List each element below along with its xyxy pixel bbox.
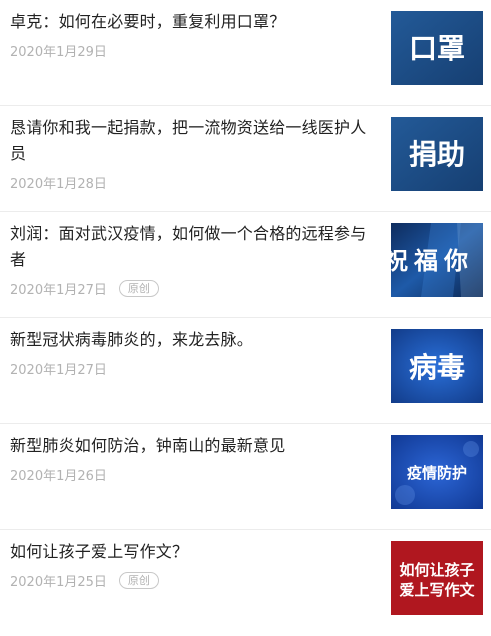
article-text: 刘润：面对武汉疫情，如何做一个合格的远程参与者 2020年1月27日 原创 (10, 221, 375, 298)
article-date: 2020年1月27日 (10, 282, 107, 298)
thumbnail-caption-line-1: 如何让孩子 (399, 561, 474, 579)
article-thumbnail[interactable]: 捐助 (391, 117, 483, 191)
thumbnail-image: 如何让孩子 爱上写作文 (391, 541, 483, 615)
article-meta: 2020年1月28日 (10, 173, 375, 192)
thumbnail-virus-shape (463, 441, 479, 457)
article-text: 卓克：如何在必要时，重复利用口罩？ 2020年1月29日 (10, 9, 375, 60)
thumbnail-caption-line-2: 爱上写作文 (399, 581, 475, 599)
article-title[interactable]: 卓克：如何在必要时，重复利用口罩？ (10, 9, 375, 35)
article-meta: 2020年1月27日 (10, 359, 375, 378)
article-text: 如何让孩子爱上写作文？ 2020年1月25日 原创 (10, 539, 375, 590)
article-title[interactable]: 如何让孩子爱上写作文？ (10, 539, 375, 565)
article-text: 新型冠状病毒肺炎的，来龙去脉。 2020年1月27日 (10, 327, 375, 378)
original-badge: 原创 (118, 279, 159, 297)
article-date: 2020年1月26日 (10, 468, 107, 484)
article-thumbnail[interactable]: 祝福你 (391, 223, 483, 297)
article-title[interactable]: 新型冠状病毒肺炎的，来龙去脉。 (10, 327, 375, 353)
article-thumbnail[interactable]: 口罩 (391, 11, 483, 85)
article-title[interactable]: 恳请你和我一起捐款，把一流物资送给一线医护人员 (10, 115, 375, 167)
article-thumbnail[interactable]: 如何让孩子 爱上写作文 (391, 541, 483, 615)
thumbnail-image: 病毒 (391, 329, 483, 403)
article-meta: 2020年1月27日 原创 (10, 279, 375, 298)
thumbnail-image: 疫情防护 (391, 435, 483, 509)
article-list: 卓克：如何在必要时，重复利用口罩？ 2020年1月29日 口罩 恳请你和我一起捐… (0, 0, 491, 636)
article-date: 2020年1月29日 (10, 44, 107, 60)
article-meta: 2020年1月26日 (10, 465, 375, 484)
list-item[interactable]: 刘润：面对武汉疫情，如何做一个合格的远程参与者 2020年1月27日 原创 祝福… (0, 212, 491, 318)
article-text: 新型肺炎如何防治，钟南山的最新意见 2020年1月26日 (10, 433, 375, 484)
original-badge: 原创 (118, 571, 159, 589)
article-thumbnail[interactable]: 病毒 (391, 329, 483, 403)
article-title[interactable]: 新型肺炎如何防治，钟南山的最新意见 (10, 433, 375, 459)
thumbnail-caption: 口罩 (409, 32, 465, 65)
thumbnail-image: 口罩 (391, 11, 483, 85)
thumbnail-caption: 疫情防护 (407, 464, 467, 482)
list-item[interactable]: 新型肺炎如何防治，钟南山的最新意见 2020年1月26日 疫情防护 (0, 424, 491, 530)
article-thumbnail[interactable]: 疫情防护 (391, 435, 483, 509)
article-meta: 2020年1月29日 (10, 41, 375, 60)
article-date: 2020年1月27日 (10, 362, 107, 378)
list-item[interactable]: 如何让孩子爱上写作文？ 2020年1月25日 原创 如何让孩子 爱上写作文 (0, 530, 491, 636)
article-meta: 2020年1月25日 原创 (10, 571, 375, 590)
list-item[interactable]: 恳请你和我一起捐款，把一流物资送给一线医护人员 2020年1月28日 捐助 (0, 106, 491, 212)
thumbnail-virus-shape (395, 485, 415, 505)
article-title[interactable]: 刘润：面对武汉疫情，如何做一个合格的远程参与者 (10, 221, 375, 273)
thumbnail-image: 祝福你 (391, 223, 483, 297)
article-date: 2020年1月25日 (10, 574, 107, 590)
article-text: 恳请你和我一起捐款，把一流物资送给一线医护人员 2020年1月28日 (10, 115, 375, 192)
list-item[interactable]: 新型冠状病毒肺炎的，来龙去脉。 2020年1月27日 病毒 (0, 318, 491, 424)
thumbnail-caption: 捐助 (409, 138, 465, 171)
list-item[interactable]: 卓克：如何在必要时，重复利用口罩？ 2020年1月29日 口罩 (0, 0, 491, 106)
thumbnail-caption: 祝福你 (391, 246, 474, 275)
thumbnail-caption: 病毒 (409, 351, 465, 384)
article-date: 2020年1月28日 (10, 176, 107, 192)
thumbnail-image: 捐助 (391, 117, 483, 191)
